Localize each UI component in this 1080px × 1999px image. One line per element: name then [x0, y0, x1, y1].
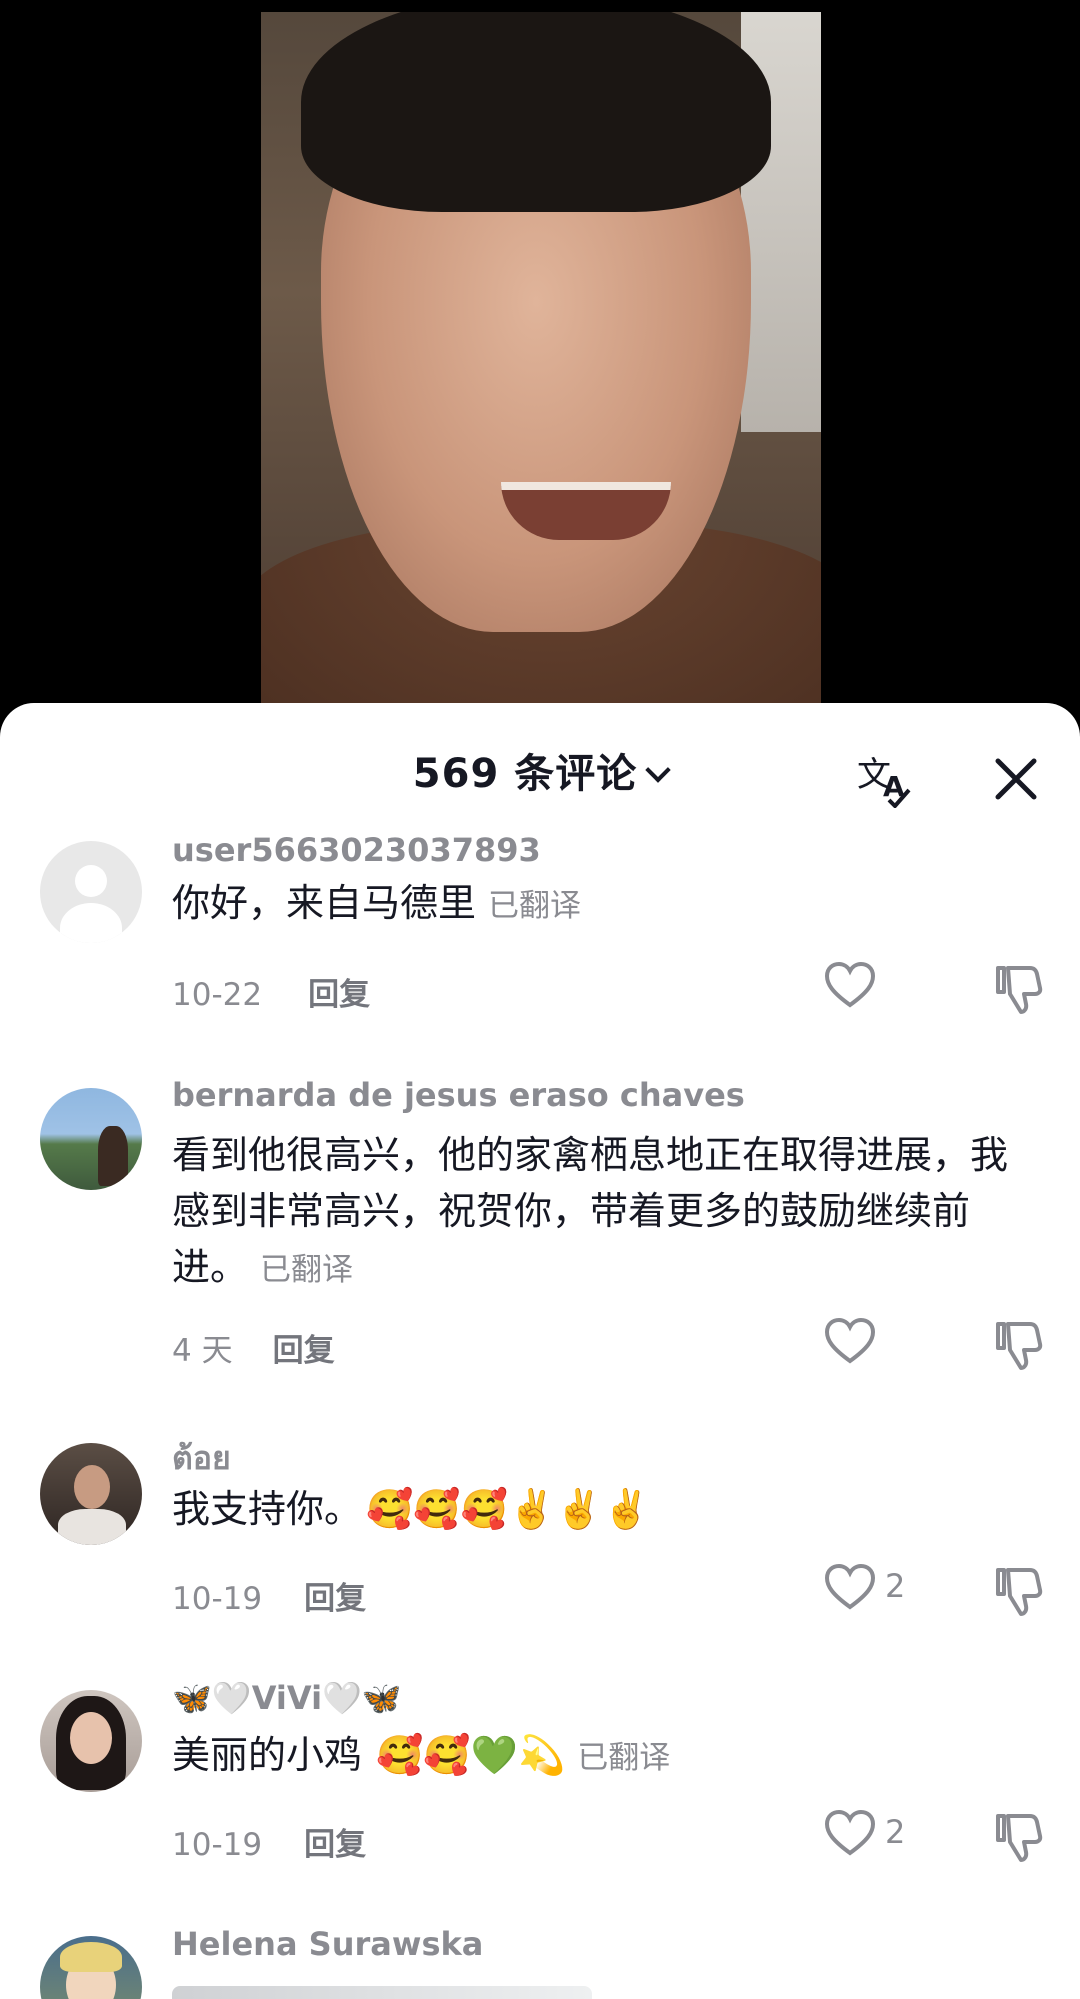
emoji-group: 🥰🥰🥰✌️✌️✌️: [366, 1487, 650, 1531]
comment-username[interactable]: Helena Surawska: [172, 1925, 483, 1963]
dislike-icon[interactable]: [990, 1562, 1046, 1618]
avatar[interactable]: [40, 1088, 142, 1190]
comment-text: 看到他很高兴，他的家禽栖息地正在取得进展，我感到非常高兴，祝贺你，带着更多的鼓励…: [172, 1127, 1032, 1298]
heart-icon[interactable]: [822, 1314, 878, 1370]
comment-content-preview: [172, 1986, 592, 1999]
heart-icon[interactable]: [822, 958, 878, 1014]
dislike-icon[interactable]: [990, 1316, 1046, 1372]
comment-text-body: 我支持你。: [172, 1487, 363, 1531]
comment-meta: 10-19 回复: [172, 1819, 366, 1864]
close-icon[interactable]: [990, 753, 1042, 805]
avatar-shirt: [58, 1509, 126, 1545]
avatar[interactable]: [40, 841, 142, 943]
avatar[interactable]: [40, 1690, 142, 1792]
translated-label[interactable]: 已翻译: [577, 1740, 670, 1776]
default-avatar-body: [60, 903, 122, 943]
comment-username[interactable]: 🦋🤍ViVi🤍🦋: [172, 1679, 402, 1717]
comment-sheet-header: 569 条评论 文 A: [0, 703, 1080, 833]
emoji-group: 🥰🥰💚💫: [376, 1733, 566, 1777]
avatar-person: [98, 1126, 128, 1186]
dislike-icon[interactable]: [990, 1808, 1046, 1864]
avatar[interactable]: [40, 1443, 142, 1545]
comment-time: 4 天: [172, 1333, 233, 1369]
comment-text: 我支持你。 🥰🥰🥰✌️✌️✌️: [172, 1481, 1032, 1537]
comment-username[interactable]: user5663023037893: [172, 831, 541, 869]
like-count: 2: [885, 1813, 906, 1851]
comment-count-label: 569 条评论: [412, 751, 638, 797]
avatar-hair: [60, 1942, 122, 1972]
reply-button[interactable]: 回复: [308, 977, 370, 1013]
comment-text: 美丽的小鸡 🥰🥰💚💫 已翻译: [172, 1727, 1032, 1786]
app-screen: 569 条评论 文 A user5663023037893 你好，来自马德里 已翻…: [0, 0, 1080, 1999]
comment-username[interactable]: bernarda de jesus eraso chaves: [172, 1076, 745, 1114]
comment-meta: 4 天 回复: [172, 1325, 335, 1370]
avatar[interactable]: [40, 1936, 142, 1999]
comment-count-title[interactable]: 569 条评论: [0, 741, 1080, 799]
dislike-icon[interactable]: [990, 960, 1046, 1016]
video-person-hair: [301, 12, 771, 212]
reply-button[interactable]: 回复: [304, 1581, 366, 1617]
comment-text: 你好，来自马德里 已翻译: [172, 875, 1032, 934]
avatar-person: [74, 1465, 110, 1509]
reply-button[interactable]: 回复: [273, 1333, 335, 1369]
translated-label[interactable]: 已翻译: [260, 1252, 353, 1288]
comment-text-body: 你好，来自马德里: [172, 881, 477, 925]
comment-meta: 10-22 回复: [172, 969, 370, 1014]
heart-icon[interactable]: [822, 1560, 878, 1616]
video-player[interactable]: [261, 12, 821, 712]
like-count: 2: [885, 1567, 906, 1605]
comment-username[interactable]: ต้อย: [172, 1433, 231, 1484]
reply-button[interactable]: 回复: [304, 1827, 366, 1863]
default-avatar-head: [75, 865, 107, 897]
chevron-down-icon: [645, 757, 671, 783]
comment-time: 10-22: [172, 977, 263, 1013]
avatar-face: [70, 1712, 112, 1764]
heart-icon[interactable]: [822, 1806, 878, 1862]
comment-meta: 10-19 回复: [172, 1573, 366, 1618]
comment-sheet: 569 条评论 文 A user5663023037893 你好，来自马德里 已翻…: [0, 703, 1080, 1999]
comment-time: 10-19: [172, 1827, 263, 1863]
comment-text-body: 美丽的小鸡: [172, 1733, 363, 1777]
comment-time: 10-19: [172, 1581, 263, 1617]
translated-label[interactable]: 已翻译: [488, 888, 581, 924]
translate-icon[interactable]: 文 A: [855, 748, 915, 808]
